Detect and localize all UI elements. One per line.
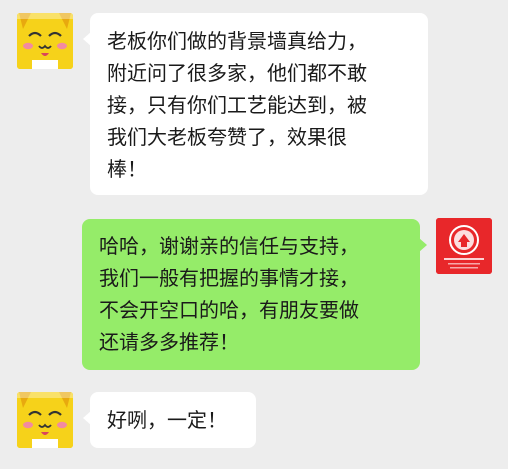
contact-avatar[interactable] (17, 13, 73, 69)
my-avatar[interactable] (436, 218, 492, 274)
contact-avatar[interactable] (17, 392, 73, 448)
message-bubble-incoming[interactable]: 老板你们做的背景墙真给力， 附近问了很多家，他们都不敢 接，只有你们工艺能达到，… (83, 13, 428, 195)
message-text: 好咧，一定！ (107, 408, 227, 432)
message-bubble-outgoing[interactable]: 哈哈，谢谢亲的信任与支持， 我们一般有把握的事情才接， 不会开空口的哈，有朋友要… (82, 219, 427, 370)
message-bubble-incoming[interactable]: 好咧，一定！ (83, 392, 256, 448)
cat-face-icon (17, 392, 73, 448)
cat-face-icon (17, 13, 73, 69)
message-text: 老板你们做的背景墙真给力， 附近问了很多家，他们都不敢 接，只有你们工艺能达到，… (107, 29, 367, 181)
shop-logo-icon (436, 218, 492, 274)
message-text: 哈哈，谢谢亲的信任与支持， 我们一般有把握的事情才接， 不会开空口的哈，有朋友要… (99, 234, 359, 354)
